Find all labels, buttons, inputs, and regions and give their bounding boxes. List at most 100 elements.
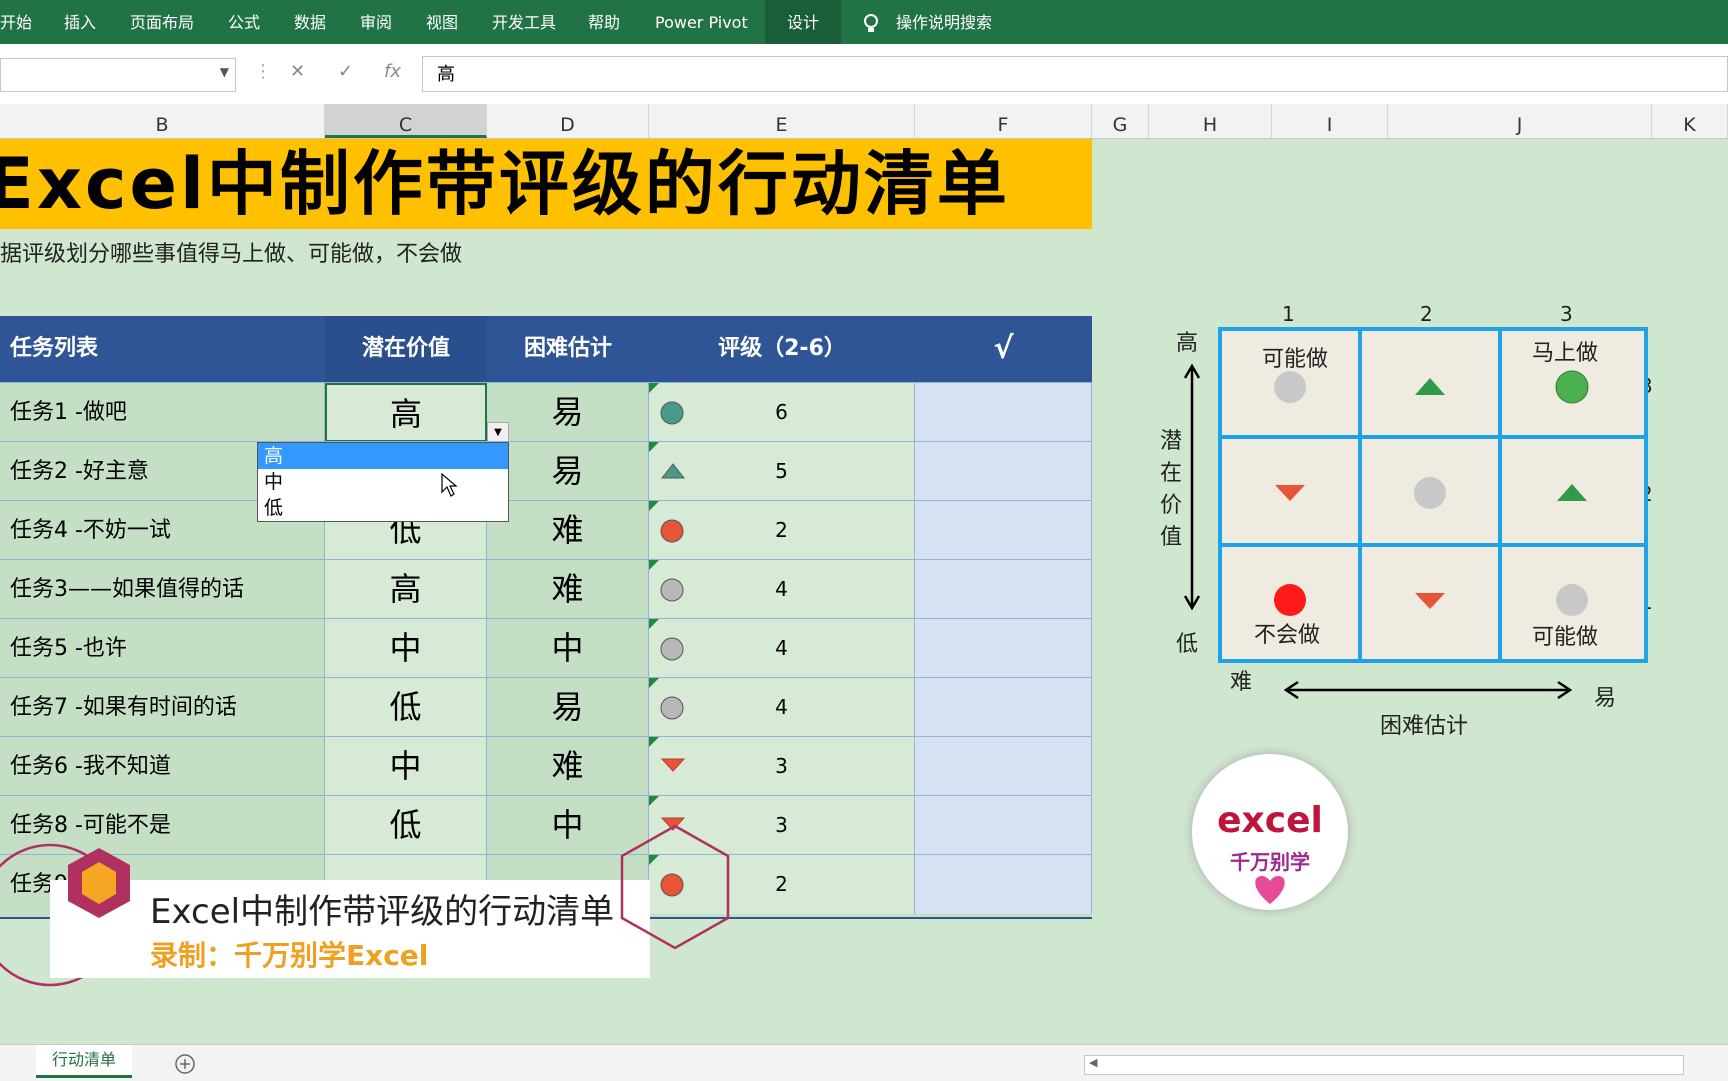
tab-developer[interactable]: 开发工具	[492, 0, 556, 44]
lightbulb-icon[interactable]	[862, 0, 880, 44]
difficulty-cell[interactable]: 难	[487, 737, 649, 796]
check-cell[interactable]	[915, 383, 1092, 442]
dropdown-option-medium[interactable]: 中	[258, 469, 508, 495]
header-task[interactable]: 任务列表	[10, 316, 98, 382]
col-header-h[interactable]: H	[1149, 104, 1272, 138]
rank-cell[interactable]: 2	[649, 501, 915, 560]
col-header-d[interactable]: D	[487, 104, 649, 138]
task-cell[interactable]: 任务3——如果值得的话	[0, 560, 325, 619]
value-cell-active[interactable]: 高	[325, 383, 487, 442]
tab-insert[interactable]: 插入	[64, 0, 96, 44]
sheet-tab-action-list[interactable]: 行动清单	[36, 1045, 132, 1078]
name-box[interactable]: ▼	[0, 58, 236, 92]
circle-gray-icon	[1414, 477, 1446, 509]
check-cell[interactable]	[915, 501, 1092, 560]
rank-cell[interactable]: 4	[649, 678, 915, 737]
check-cell[interactable]	[915, 442, 1092, 501]
tab-design[interactable]: 设计	[765, 0, 841, 44]
check-cell[interactable]	[915, 855, 1092, 914]
tab-power-pivot[interactable]: Power Pivot	[655, 0, 748, 44]
circle-gray-icon	[1274, 371, 1306, 403]
tab-formulas[interactable]: 公式	[228, 0, 260, 44]
value-cell[interactable]: 中	[325, 619, 487, 678]
check-cell[interactable]	[915, 737, 1092, 796]
corner-marker	[649, 383, 659, 393]
col-header-k[interactable]: K	[1652, 104, 1728, 138]
circle-green-icon	[1555, 370, 1589, 404]
difficulty-cell[interactable]: 易	[487, 442, 649, 501]
difficulty-cell[interactable]: 难	[487, 501, 649, 560]
rank-value: 4	[775, 695, 788, 719]
y-title-char: 价	[1160, 493, 1183, 518]
corner-marker	[649, 501, 659, 511]
col-header-f[interactable]: F	[915, 104, 1092, 138]
rank-value: 4	[775, 577, 788, 601]
col-header-g[interactable]: G	[1092, 104, 1149, 138]
task-cell[interactable]: 任务1 -做吧	[0, 383, 325, 442]
rank-cell[interactable]: 4	[649, 619, 915, 678]
dropdown-option-low[interactable]: 低	[258, 495, 508, 521]
value-dropdown-list[interactable]: 高 中 低	[257, 442, 509, 522]
enter-icon[interactable]: ✓	[338, 61, 353, 82]
check-cell[interactable]	[915, 678, 1092, 737]
difficulty-cell[interactable]: 难	[487, 560, 649, 619]
table-row: 任务8 -可能不是 低 中 3	[0, 795, 1092, 855]
chevron-down-icon[interactable]: ▼	[220, 65, 229, 79]
value-cell[interactable]: 高	[325, 560, 487, 619]
matrix-col-number: 3	[1560, 302, 1573, 326]
table-row: 任务2 -好主意 易 5	[0, 441, 1092, 501]
dropdown-option-high[interactable]: 高	[258, 443, 508, 469]
channel-logo: excel 千万别学	[1192, 754, 1348, 910]
header-check[interactable]: √	[915, 316, 1092, 382]
col-header-i[interactable]: I	[1272, 104, 1388, 138]
function-icon[interactable]: fx	[384, 61, 401, 82]
table-row: 任务3——如果值得的话 高 难 4	[0, 559, 1092, 619]
up-triangle-icon	[1415, 378, 1445, 395]
col-header-b[interactable]: B	[0, 104, 325, 138]
horizontal-scrollbar[interactable]: ◀	[1084, 1055, 1684, 1075]
difficulty-cell[interactable]: 易	[487, 383, 649, 442]
task-cell[interactable]: 任务5 -也许	[0, 619, 325, 678]
check-cell[interactable]	[915, 619, 1092, 678]
rank-cell[interactable]: 6	[649, 383, 915, 442]
col-header-e[interactable]: E	[649, 104, 915, 138]
task-cell[interactable]: 任务7 -如果有时间的话	[0, 678, 325, 737]
tab-review[interactable]: 审阅	[360, 0, 392, 44]
y-title-char: 潜	[1160, 429, 1183, 454]
difficulty-cell[interactable]: 易	[487, 678, 649, 737]
check-cell[interactable]	[915, 796, 1092, 855]
header-difficulty[interactable]: 困难估计	[487, 316, 649, 382]
header-rank[interactable]: 评级（2-6）	[649, 316, 915, 382]
search-tell-me[interactable]: 操作说明搜索	[896, 0, 992, 44]
tab-home[interactable]: 开始	[0, 0, 32, 44]
tab-data[interactable]: 数据	[294, 0, 326, 44]
value-cell[interactable]: 低	[325, 678, 487, 737]
col-header-j[interactable]: J	[1388, 104, 1652, 138]
tab-help[interactable]: 帮助	[588, 0, 620, 44]
value-cell[interactable]: 低	[325, 796, 487, 855]
rank-cell[interactable]: 4	[649, 560, 915, 619]
check-cell[interactable]	[915, 560, 1092, 619]
tab-page-layout[interactable]: 页面布局	[130, 0, 194, 44]
scroll-left-icon[interactable]: ◀	[1089, 1056, 1097, 1069]
col-header-c[interactable]: C	[325, 104, 487, 138]
table-row: 任务1 -做吧 高 易 6 ▼	[0, 382, 1092, 444]
logo-text-main: excel	[1217, 800, 1323, 841]
sheet-subtitle[interactable]: 据评级划分哪些事值得马上做、可能做，不会做	[0, 236, 462, 268]
tab-view[interactable]: 视图	[426, 0, 458, 44]
rank-value: 2	[775, 518, 788, 542]
cancel-icon[interactable]: ✕	[290, 61, 305, 82]
up-triangle-icon	[660, 463, 686, 479]
sheet-title[interactable]: Excel中制作带评级的行动清单	[0, 139, 1092, 229]
task-cell[interactable]: 任务6 -我不知道	[0, 737, 325, 796]
difficulty-cell[interactable]: 中	[487, 619, 649, 678]
up-triangle-icon	[1557, 484, 1587, 501]
circle-red-icon	[660, 519, 684, 543]
more-icon: ⋮	[254, 61, 272, 82]
rank-cell[interactable]: 5	[649, 442, 915, 501]
rank-cell[interactable]: 3	[649, 737, 915, 796]
header-value[interactable]: 潜在价值	[325, 316, 487, 382]
formula-input[interactable]: 高	[422, 56, 1728, 92]
value-cell[interactable]: 中	[325, 737, 487, 796]
add-sheet-icon[interactable]	[174, 1053, 196, 1075]
